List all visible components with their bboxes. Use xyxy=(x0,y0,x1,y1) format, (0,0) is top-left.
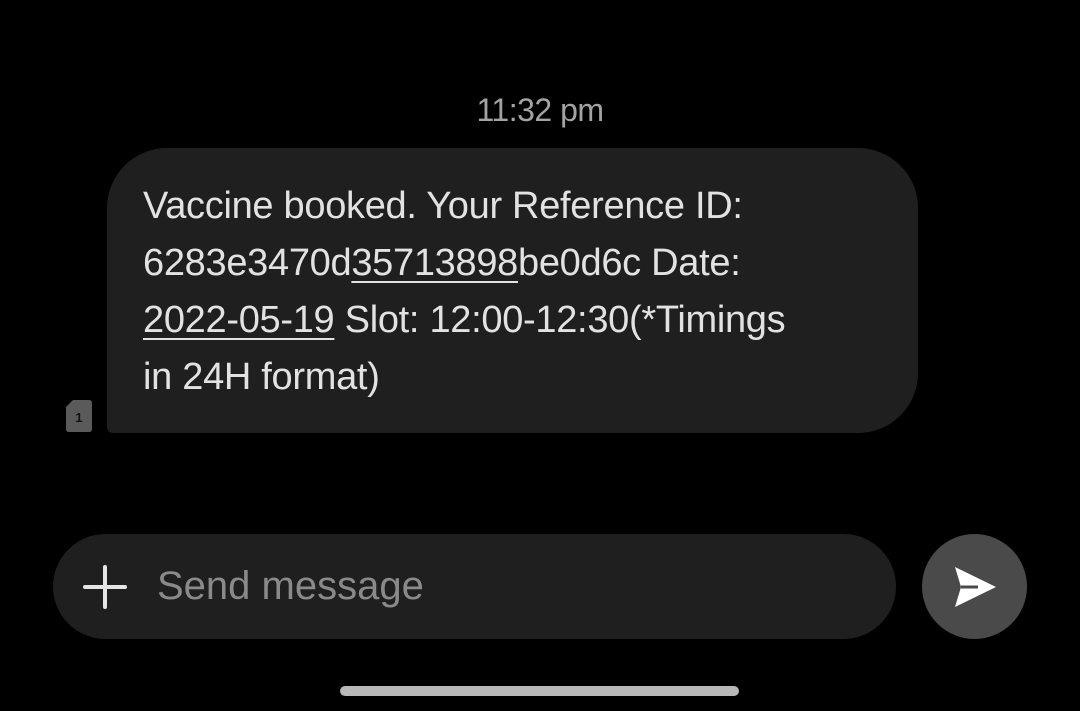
slot-text: Slot: 12:00-12:30(*Timings xyxy=(334,299,786,341)
message-line-1: Vaccine booked. Your Reference ID: xyxy=(143,185,743,227)
received-message-bubble[interactable]: Vaccine booked. Your Reference ID: 6283e… xyxy=(107,148,918,433)
sim-card-icon: 1 xyxy=(66,400,92,432)
home-indicator[interactable] xyxy=(340,686,739,696)
plus-icon[interactable] xyxy=(83,565,127,609)
message-line-2: 6283e3470d35713898be0d6c Date: xyxy=(143,235,878,292)
phone-number-link[interactable]: 35713898 xyxy=(351,242,518,284)
sim-number: 1 xyxy=(75,410,82,425)
reference-id-prefix: 6283e3470d xyxy=(143,242,352,284)
message-line-4: in 24H format) xyxy=(143,356,380,398)
message-input[interactable] xyxy=(157,534,857,639)
send-button[interactable] xyxy=(922,534,1027,639)
message-composer xyxy=(53,534,896,639)
message-line-3: 2022-05-19 Slot: 12:00-12:30(*Timings xyxy=(143,292,878,349)
reference-id-suffix: be0d6c Date: xyxy=(518,242,741,284)
date-link[interactable]: 2022-05-19 xyxy=(143,299,335,341)
send-arrow-icon xyxy=(955,567,996,607)
message-timestamp: 11:32 pm xyxy=(476,92,604,128)
